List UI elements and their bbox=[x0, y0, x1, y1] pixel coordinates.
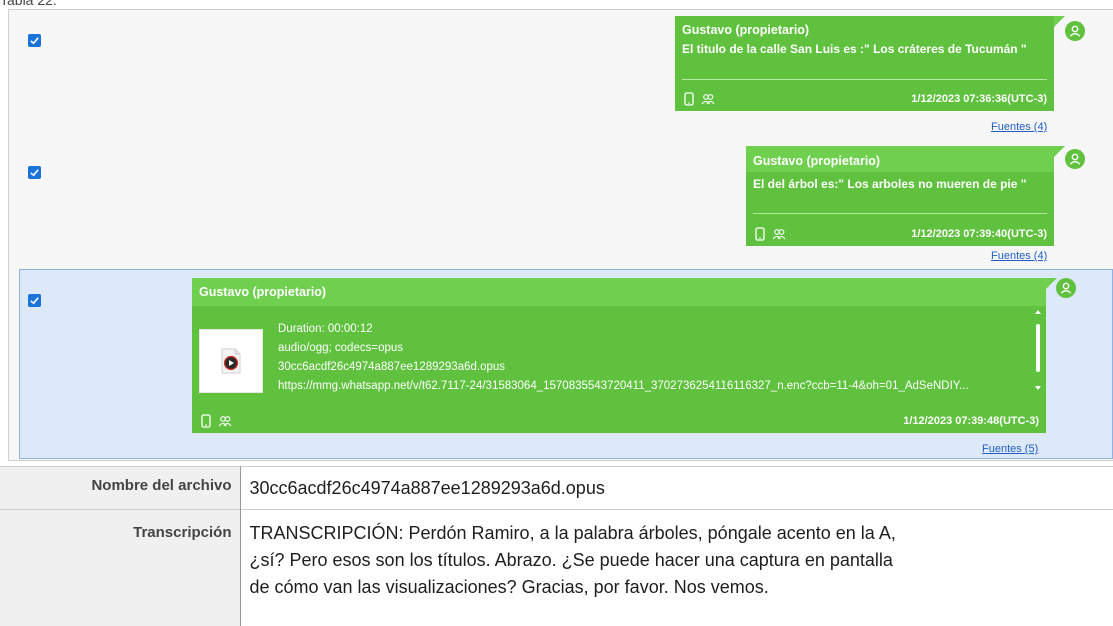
bubble-footer: 1/12/2023 07:39:40(UTC-3) bbox=[746, 222, 1054, 246]
bubble-tail bbox=[1054, 16, 1065, 27]
transcription-label: Transcripción bbox=[0, 509, 241, 626]
sources-link[interactable]: Fuentes (5) bbox=[982, 443, 1038, 455]
scroll-thumb[interactable] bbox=[1036, 324, 1040, 372]
message-author: Gustavo (propietario) bbox=[192, 278, 1046, 306]
transcription-line: TRANSCRIPCIÓN: Perdón Ramiro, a la palab… bbox=[249, 523, 896, 543]
user-avatar-icon bbox=[1065, 21, 1085, 41]
message-row[interactable]: Gustavo (propietario) El titulo de la ca… bbox=[9, 10, 1113, 136]
bubble-divider bbox=[753, 213, 1047, 214]
message-author: Gustavo (propietario) bbox=[746, 146, 1054, 172]
sources-link[interactable]: Fuentes (4) bbox=[991, 250, 1047, 262]
transcription-line: ¿sí? Pero esos son los títulos. Abrazo. … bbox=[249, 550, 893, 570]
bubble-divider bbox=[682, 79, 1047, 80]
filename-label: Nombre del archivo bbox=[0, 466, 241, 510]
message-row[interactable]: Gustavo (propietario) El del árbol es:" … bbox=[9, 136, 1113, 268]
audio-thumbnail[interactable] bbox=[199, 329, 263, 393]
user-avatar-icon bbox=[1065, 149, 1085, 169]
table-caption: Tabla 22. bbox=[0, 0, 57, 8]
filename-row: Nombre del archivo 30cc6acdf26c4974a887e… bbox=[0, 466, 1113, 510]
audio-duration: Duration: 00:00:12 bbox=[278, 323, 373, 335]
transcription-row: Transcripción TRANSCRIPCIÓN: Perdón Rami… bbox=[0, 509, 1113, 626]
check-icon bbox=[30, 169, 39, 177]
attachment-area: Duration: 00:00:12 audio/ogg; codecs=opu… bbox=[192, 306, 1046, 408]
check-icon bbox=[30, 297, 39, 305]
group-icon bbox=[701, 94, 715, 105]
message-bubble[interactable]: Gustavo (propietario) El titulo de la ca… bbox=[675, 16, 1054, 111]
audio-url: https://mmg.whatsapp.net/v/t62.7117-24/3… bbox=[278, 380, 969, 392]
group-icon bbox=[772, 229, 786, 240]
message-timestamp: 1/12/2023 07:36:36(UTC-3) bbox=[911, 93, 1047, 105]
audio-filename: 30cc6acdf26c4974a887ee1289293a6d.opus bbox=[278, 361, 506, 373]
scroll-up-icon[interactable] bbox=[1035, 310, 1041, 314]
message-text: El titulo de la calle San Luis es :" Los… bbox=[682, 42, 1027, 56]
transcription-line: de cómo van las visualizaciones? Gracias… bbox=[249, 577, 769, 597]
bubble-footer: 1/12/2023 07:36:36(UTC-3) bbox=[675, 87, 1054, 111]
message-bubble[interactable]: Gustavo (propietario) El del árbol es:" … bbox=[746, 146, 1054, 246]
message-checkbox[interactable] bbox=[28, 294, 41, 307]
file-details-table: Nombre del archivo 30cc6acdf26c4974a887e… bbox=[0, 466, 1113, 626]
message-timestamp: 1/12/2023 07:39:48(UTC-3) bbox=[903, 415, 1039, 427]
check-icon bbox=[30, 37, 39, 45]
sources-link[interactable]: Fuentes (4) bbox=[991, 121, 1047, 133]
message-timestamp: 1/12/2023 07:39:40(UTC-3) bbox=[911, 228, 1047, 240]
attachment-details: Duration: 00:00:12 audio/ogg; codecs=opu… bbox=[278, 320, 1030, 396]
audio-mime-type: audio/ogg; codecs=opus bbox=[278, 342, 404, 354]
bubble-tail bbox=[1054, 146, 1065, 157]
transcription-value: TRANSCRIPCIÓN: Perdón Ramiro, a la palab… bbox=[240, 509, 1113, 626]
message-text: El del árbol es:" Los arboles no mueren … bbox=[753, 177, 1027, 191]
bubble-footer: 1/12/2023 07:39:48(UTC-3) bbox=[192, 409, 1046, 433]
message-author: Gustavo (propietario) bbox=[682, 22, 810, 37]
message-checkbox[interactable] bbox=[28, 166, 41, 179]
phone-icon bbox=[201, 414, 211, 428]
phone-icon bbox=[755, 227, 765, 241]
attachment-scrollbar[interactable] bbox=[1034, 310, 1042, 398]
scroll-down-icon[interactable] bbox=[1035, 386, 1041, 390]
play-icon bbox=[221, 348, 241, 374]
filename-value: 30cc6acdf26c4974a887ee1289293a6d.opus bbox=[240, 466, 1113, 510]
chat-panel: Gustavo (propietario) El titulo de la ca… bbox=[8, 9, 1113, 461]
message-row-selected[interactable]: Gustavo (propietario) Duration: 00:00:12… bbox=[19, 269, 1113, 459]
audio-message-bubble[interactable]: Gustavo (propietario) Duration: 00:00:12… bbox=[192, 278, 1046, 433]
user-avatar-icon bbox=[1056, 278, 1076, 298]
phone-icon bbox=[684, 92, 694, 106]
message-checkbox[interactable] bbox=[28, 34, 41, 47]
group-icon bbox=[218, 416, 232, 427]
